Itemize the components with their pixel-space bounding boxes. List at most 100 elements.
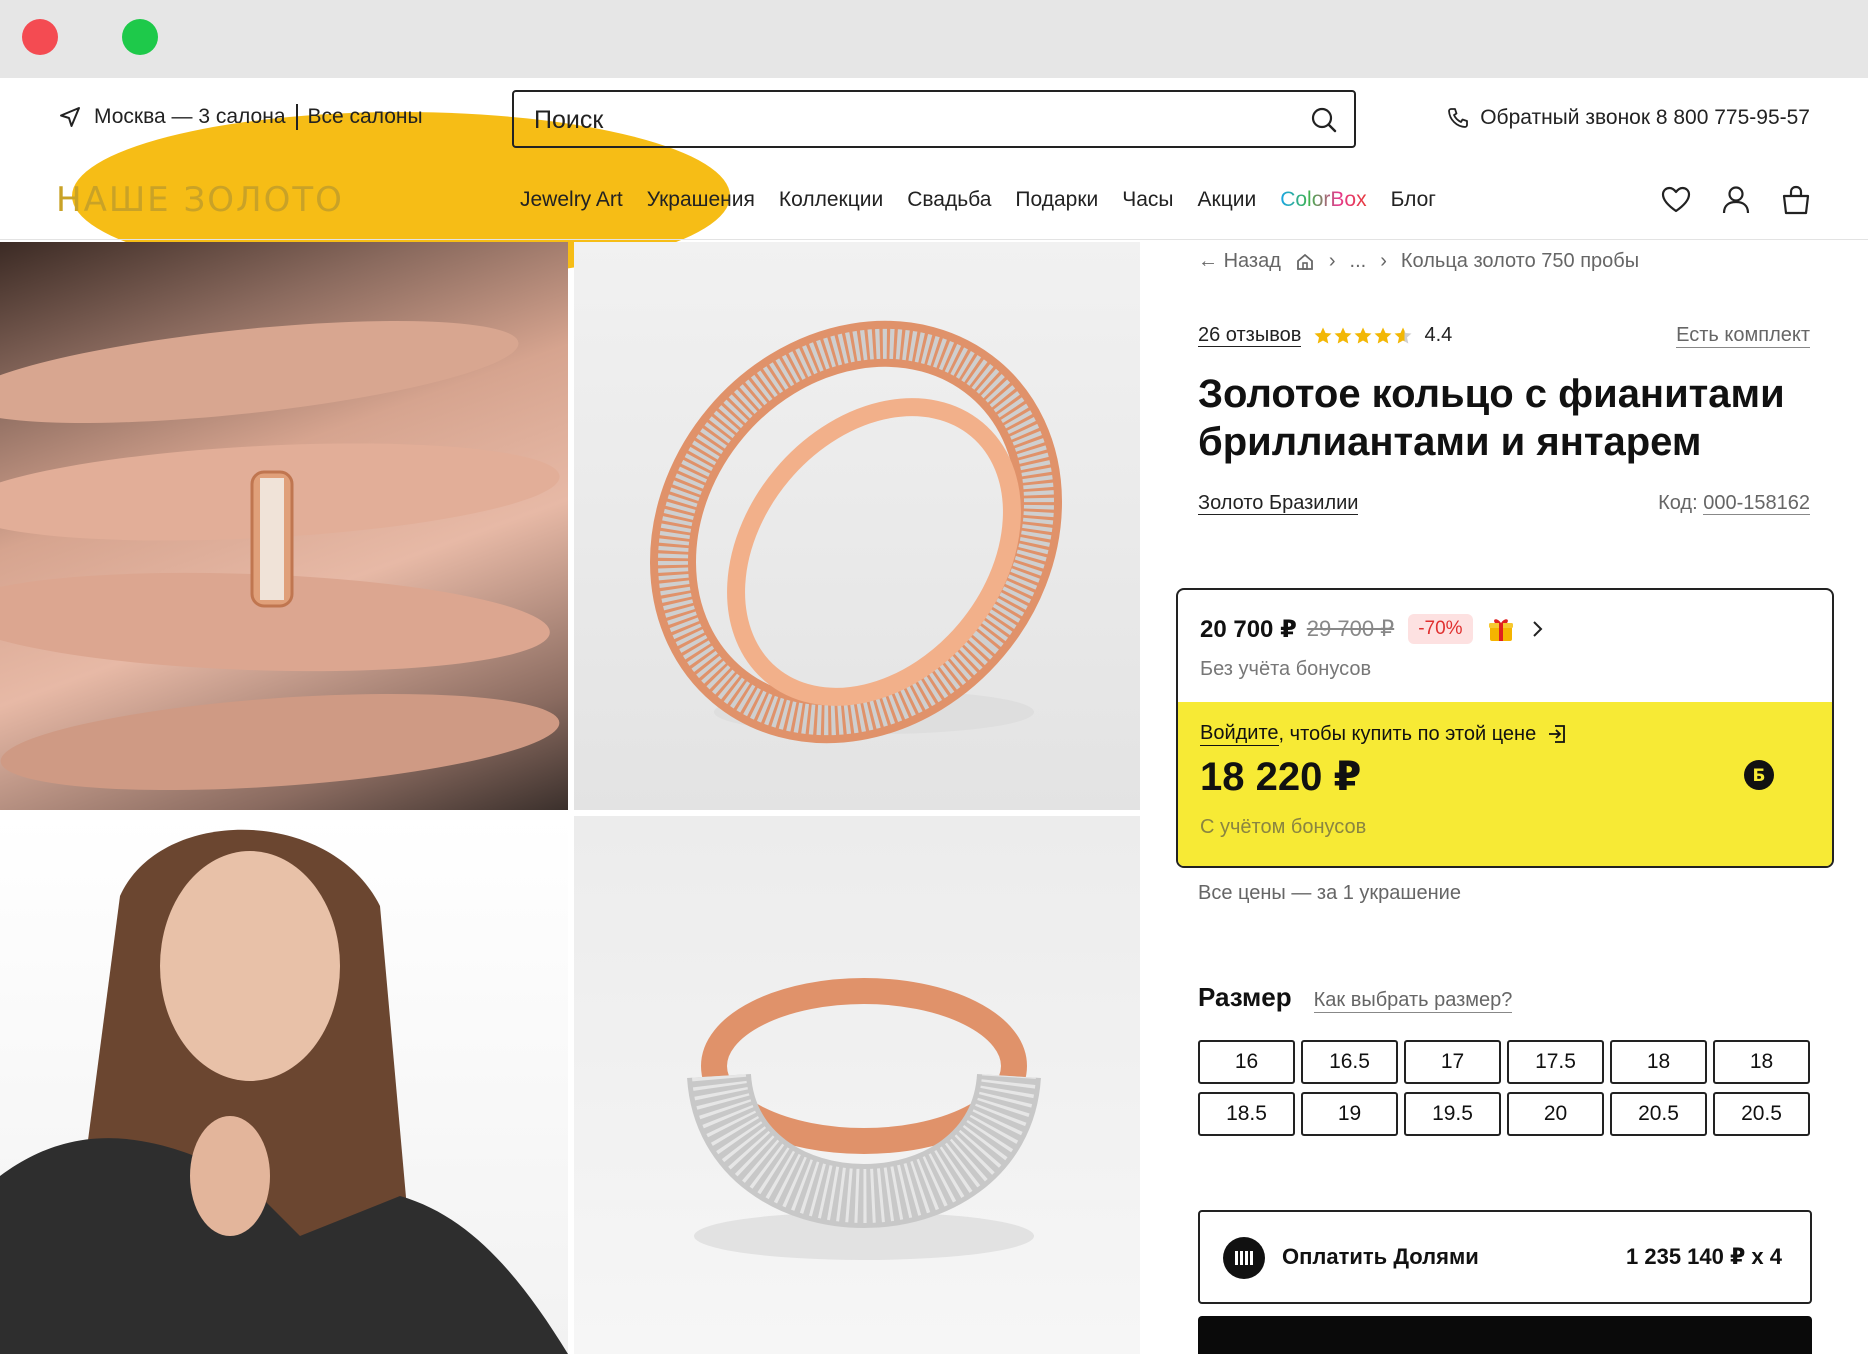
nav-item-promotions[interactable]: Акции xyxy=(1198,188,1257,212)
size-option[interactable]: 19.5 xyxy=(1404,1092,1501,1136)
nav-item-jewelry[interactable]: Украшения xyxy=(647,188,755,212)
back-link[interactable]: ← Назад xyxy=(1198,250,1281,273)
nav-menu: Jewelry Art Украшения Коллекции Свадьба … xyxy=(520,188,1460,212)
gallery-photo-model[interactable] xyxy=(0,816,568,1354)
nav-item-blog[interactable]: Блог xyxy=(1391,188,1436,212)
maximize-window-button[interactable] xyxy=(122,19,158,55)
brand-link[interactable]: Золото Бразилии xyxy=(1198,492,1359,515)
ring-side-image xyxy=(650,320,1062,744)
no-bonus-label: Без учёта бонусов xyxy=(1200,658,1372,680)
nav-item-wedding[interactable]: Свадьба xyxy=(907,188,991,212)
star-half-icon xyxy=(1394,327,1412,344)
size-guide-link[interactable]: Как выбрать размер? xyxy=(1313,989,1513,1013)
size-option[interactable]: 16.5 xyxy=(1301,1040,1398,1084)
ring-front-image xyxy=(687,978,1041,1260)
old-price: 29 700 ₽ xyxy=(1306,616,1395,641)
star-icon xyxy=(1354,327,1372,344)
star-icon xyxy=(1334,327,1352,344)
price-box: 20 700 ₽ 29 700 ₽ -70% Без учёта бонусов… xyxy=(1176,588,1834,868)
product-code: Код: 000-158162 xyxy=(1658,492,1810,515)
gallery-photo-ring-front[interactable] xyxy=(574,816,1140,1354)
search-icon[interactable] xyxy=(1310,106,1338,134)
star-icon xyxy=(1314,327,1332,344)
breadcrumb-category[interactable]: Кольца золото 750 пробы xyxy=(1401,250,1639,273)
size-option[interactable]: 20 xyxy=(1507,1092,1604,1136)
user-icon[interactable] xyxy=(1720,184,1752,216)
reviews-link[interactable]: 26 отзывов xyxy=(1198,324,1302,347)
nav-item-jewelry-art[interactable]: Jewelry Art xyxy=(520,188,623,212)
bonus-price-block: Войдите, чтобы купить по этой цене 18 22… xyxy=(1178,702,1832,866)
price-row[interactable]: 20 700 ₽ 29 700 ₽ -70% xyxy=(1200,614,1545,644)
size-option[interactable]: 18.5 xyxy=(1198,1092,1295,1136)
code-label: Код: xyxy=(1658,492,1698,514)
navigate-icon xyxy=(60,107,80,127)
location-selector[interactable]: Москва — 3 салона Все салоны xyxy=(58,104,423,130)
dolyami-label: Оплатить Долями xyxy=(1282,1244,1479,1269)
size-header: Размер Как выбрать размер? xyxy=(1198,982,1513,1013)
with-bonus-label: С учётом бонусов xyxy=(1200,816,1367,838)
current-price: 20 700 ₽ xyxy=(1200,615,1297,643)
rating-value: 4.4 xyxy=(1424,324,1453,346)
chevron-right-icon: › xyxy=(1328,250,1336,272)
brand-row: Золото Бразилии Код: 000-158162 xyxy=(1198,492,1810,515)
logo[interactable]: НАШЕ ЗОЛОТО xyxy=(56,180,344,220)
back-label: Назад xyxy=(1223,250,1281,272)
reviews-row: 26 отзывов 4.4 Есть комплект xyxy=(1198,324,1810,348)
window-titlebar xyxy=(0,0,1868,280)
set-link[interactable]: Есть комплект xyxy=(1676,324,1810,348)
main-nav: НАШЕ ЗОЛОТО Jewelry Art Украшения Коллек… xyxy=(0,162,1868,240)
gallery-photo-ring-side[interactable] xyxy=(574,242,1140,810)
all-salons-link[interactable]: Все салоны xyxy=(308,105,423,129)
callback-link[interactable]: Обратный звонок 8 800 775-95-57 xyxy=(1446,106,1810,130)
size-option[interactable]: 17.5 xyxy=(1507,1040,1604,1084)
search-box[interactable] xyxy=(512,90,1356,148)
top-bar: Москва — 3 салона Все салоны Обратный зв… xyxy=(0,78,1868,162)
dolyami-icon xyxy=(1223,1237,1265,1279)
close-window-button[interactable] xyxy=(22,19,58,55)
discount-badge: -70% xyxy=(1408,614,1473,644)
heart-icon[interactable] xyxy=(1660,184,1692,216)
size-option[interactable]: 18 xyxy=(1610,1040,1707,1084)
product-title: Золотое кольцо с фианитами бриллиантами … xyxy=(1198,372,1785,464)
nav-icons xyxy=(1660,184,1812,216)
code-value[interactable]: 000-158162 xyxy=(1703,492,1810,515)
phone-icon xyxy=(1448,108,1469,128)
model-image xyxy=(0,829,568,1354)
all-prices-note: Все цены — за 1 украшение xyxy=(1198,882,1461,904)
bonus-price: 18 220 ₽ xyxy=(1200,755,1362,799)
size-option[interactable]: 19 xyxy=(1301,1092,1398,1136)
callback-text[interactable]: Обратный звонок 8 800 775-95-57 xyxy=(1480,106,1810,130)
gift-icon xyxy=(1488,619,1513,641)
login-link[interactable]: Войдите xyxy=(1200,722,1279,746)
nav-item-gifts[interactable]: Подарки xyxy=(1015,188,1098,212)
size-option[interactable]: 20.5 xyxy=(1713,1092,1810,1136)
buy-button[interactable] xyxy=(1198,1316,1812,1354)
hand-ring-image xyxy=(0,320,560,791)
size-option[interactable]: 20.5 xyxy=(1610,1092,1707,1136)
size-heading: Размер xyxy=(1198,982,1292,1012)
nav-item-watches[interactable]: Часы xyxy=(1122,188,1173,212)
nav-item-colorbox[interactable]: ColorBox xyxy=(1280,188,1366,212)
rating-stars xyxy=(1313,326,1413,346)
home-icon[interactable] xyxy=(1295,252,1315,272)
login-icon[interactable] xyxy=(1546,723,1568,745)
size-option[interactable]: 17 xyxy=(1404,1040,1501,1084)
location-text[interactable]: Москва — 3 салона xyxy=(94,105,286,129)
breadcrumb-ellipsis[interactable]: ... xyxy=(1350,250,1367,273)
bonus-icon: Б xyxy=(1744,760,1774,790)
nav-item-collections[interactable]: Коллекции xyxy=(779,188,883,212)
login-prompt-text: , чтобы купить по этой цене xyxy=(1278,722,1537,745)
dolyami-button[interactable]: Оплатить Долями 1 235 140 ₽ х 4 xyxy=(1198,1210,1812,1304)
size-option[interactable]: 16 xyxy=(1198,1040,1295,1084)
star-icon xyxy=(1374,327,1392,344)
size-option[interactable]: 18 xyxy=(1713,1040,1810,1084)
gallery-photo-hand[interactable] xyxy=(0,242,568,810)
search-input[interactable] xyxy=(534,104,1274,136)
chevron-right-icon: › xyxy=(1380,250,1387,272)
dolyami-amount: 1 235 140 ₽ х 4 xyxy=(1626,1244,1782,1269)
svg-text:Б: Б xyxy=(1753,766,1766,786)
chevron-right-icon[interactable] xyxy=(1531,619,1545,639)
divider xyxy=(295,104,298,130)
breadcrumb: ← Назад › ... › Кольца золото 750 пробы xyxy=(1198,250,1653,273)
bag-icon[interactable] xyxy=(1780,184,1812,216)
